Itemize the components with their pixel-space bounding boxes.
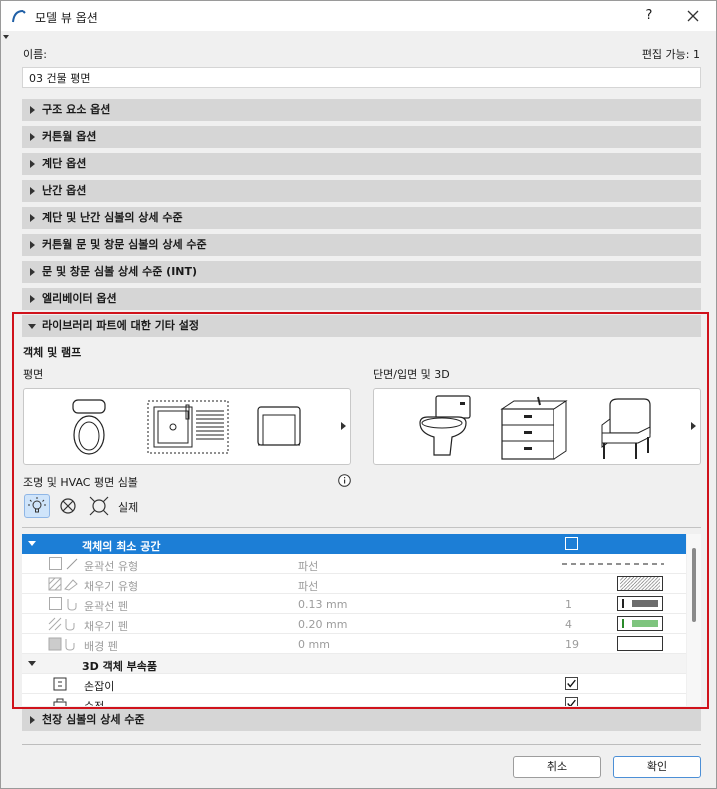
tree-scrollbar[interactable]: [687, 534, 701, 706]
real-lamp-icon: [89, 496, 109, 516]
edit-status: 편집 가능: 1: [641, 48, 700, 61]
outline-pen-checkbox[interactable]: [49, 597, 62, 610]
help-button[interactable]: ?: [637, 6, 661, 26]
pen-icon: [67, 599, 77, 611]
section-3d-label: 단면/입면 및 3D: [373, 368, 450, 381]
plan-label: 평면: [23, 368, 44, 381]
window-title: 모델 뷰 옵션: [35, 11, 98, 25]
background-pen-swatch[interactable]: [617, 636, 663, 651]
name-input[interactable]: [22, 67, 701, 88]
cabinet-3d-icon[interactable]: [498, 395, 570, 463]
section-library-parts[interactable]: 라이브러리 파트에 대한 기타 설정: [22, 315, 701, 337]
min-space-checkbox[interactable]: [565, 537, 578, 550]
section-stair-railing-detail[interactable]: 계단 및 난간 심볼의 상세 수준: [22, 207, 701, 229]
section-curtainwall-door-window-detail[interactable]: 커튼월 문 및 창문 심볼의 상세 수준: [22, 234, 701, 256]
expand-arrow-icon: [30, 133, 35, 141]
fill-pen-icon: [48, 617, 75, 631]
expand-arrow-icon: [30, 268, 35, 276]
expand-arrow-icon: [30, 241, 35, 249]
section-curtainwall-options[interactable]: 커튼월 옵션: [22, 126, 701, 148]
pen-color-swatch[interactable]: [617, 596, 663, 611]
section-structural-options[interactable]: 구조 요소 옵션: [22, 99, 701, 121]
lamp-icon: [28, 497, 46, 513]
title-bar: 모델 뷰 옵션 ?: [1, 1, 716, 31]
hatch-pattern-preview: [617, 576, 663, 591]
settings-tree: 객체의 최소 공간 윤곽선 유형 파선 채우기 유형 파선 윤곽선 펜 0.13…: [22, 534, 686, 706]
expand-arrow-icon: [30, 295, 35, 303]
separator: [22, 527, 701, 528]
section-stair-options[interactable]: 계단 옵션: [22, 153, 701, 175]
section-door-window-detail[interactable]: 문 및 창문 심볼 상세 수준 (INT): [22, 261, 701, 283]
expand-arrow-icon: [30, 160, 35, 168]
expand-arrow-icon: [30, 716, 35, 724]
expand-arrow-icon: [30, 106, 35, 114]
expand-arrow-icon: [30, 187, 35, 195]
info-icon[interactable]: [338, 474, 351, 487]
tree-row-faucet[interactable]: 수전: [22, 694, 686, 706]
cancel-button[interactable]: 취소: [513, 756, 601, 778]
ok-button[interactable]: 확인: [613, 756, 701, 778]
gallery-next-icon[interactable]: [691, 422, 696, 430]
armchair-3d-icon[interactable]: [598, 397, 656, 461]
bottom-separator: [22, 744, 701, 745]
name-label: 이름:: [23, 48, 47, 61]
app-icon: [12, 10, 26, 23]
toilet-3d-icon[interactable]: [414, 393, 474, 463]
handle-icon: [53, 677, 67, 691]
outline-type-checkbox[interactable]: [49, 557, 62, 570]
tree-row-fill-type[interactable]: 채우기 유형 파선: [22, 574, 686, 594]
collapse-arrow-icon: [28, 324, 36, 329]
faucet-checkbox[interactable]: [565, 697, 578, 706]
fill-type-icon: [48, 577, 78, 591]
circle-x-symbol-button[interactable]: [56, 494, 82, 518]
section-3d-symbol-gallery[interactable]: [373, 388, 701, 465]
objects-lamps-heading: 객체 및 램프: [23, 346, 82, 359]
toilet-plan-icon[interactable]: [64, 397, 114, 457]
close-icon[interactable]: [681, 6, 705, 26]
section-elevator-options[interactable]: 엘리베이터 옵션: [22, 288, 701, 310]
tree-row-background-pen[interactable]: 배경 펜 0 mm 19: [22, 634, 686, 654]
line-type-icon: [66, 558, 78, 570]
section-railing-options[interactable]: 난간 옵션: [22, 180, 701, 202]
tree-group-3d-accessories[interactable]: 3D 객체 부속품: [22, 654, 686, 674]
collapse-arrow-icon[interactable]: [28, 661, 36, 666]
scrollbar-thumb[interactable]: [692, 548, 696, 622]
lamp-symbol-button[interactable]: [24, 494, 50, 518]
real-label: 실제: [118, 501, 139, 514]
expand-arrow-icon: [30, 214, 35, 222]
tree-group-min-space[interactable]: 객체의 최소 공간: [22, 534, 686, 554]
fill-pen-color-swatch[interactable]: [617, 616, 663, 631]
model-view-options-dialog: 모델 뷰 옵션 ? 이름: 편집 가능: 1 구조 요소 옵션 커튼월 옵션 계…: [0, 0, 717, 789]
tree-row-outline-type[interactable]: 윤곽선 유형 파선: [22, 554, 686, 574]
real-symbol-button[interactable]: [87, 494, 113, 518]
dropdown-marker-icon: [3, 35, 9, 39]
plan-symbol-gallery[interactable]: [23, 388, 351, 465]
background-pen-icon: [48, 637, 75, 651]
chair-plan-icon[interactable]: [256, 403, 302, 451]
tree-row-fill-pen[interactable]: 채우기 펜 0.20 mm 4: [22, 614, 686, 634]
tree-row-handle[interactable]: 손잡이: [22, 674, 686, 694]
section-ceiling-detail[interactable]: 천장 심볼의 상세 수준: [22, 709, 701, 731]
handle-checkbox[interactable]: [565, 677, 578, 690]
tree-row-outline-pen[interactable]: 윤곽선 펜 0.13 mm 1: [22, 594, 686, 614]
collapse-arrow-icon[interactable]: [28, 541, 36, 546]
dashed-line-preview: [562, 563, 664, 565]
sink-plan-icon[interactable]: [146, 399, 230, 455]
gallery-next-icon[interactable]: [341, 422, 346, 430]
circle-x-icon: [60, 498, 76, 514]
lighting-hvac-label: 조명 및 HVAC 평면 심볼: [23, 476, 138, 489]
faucet-icon: [53, 698, 67, 706]
